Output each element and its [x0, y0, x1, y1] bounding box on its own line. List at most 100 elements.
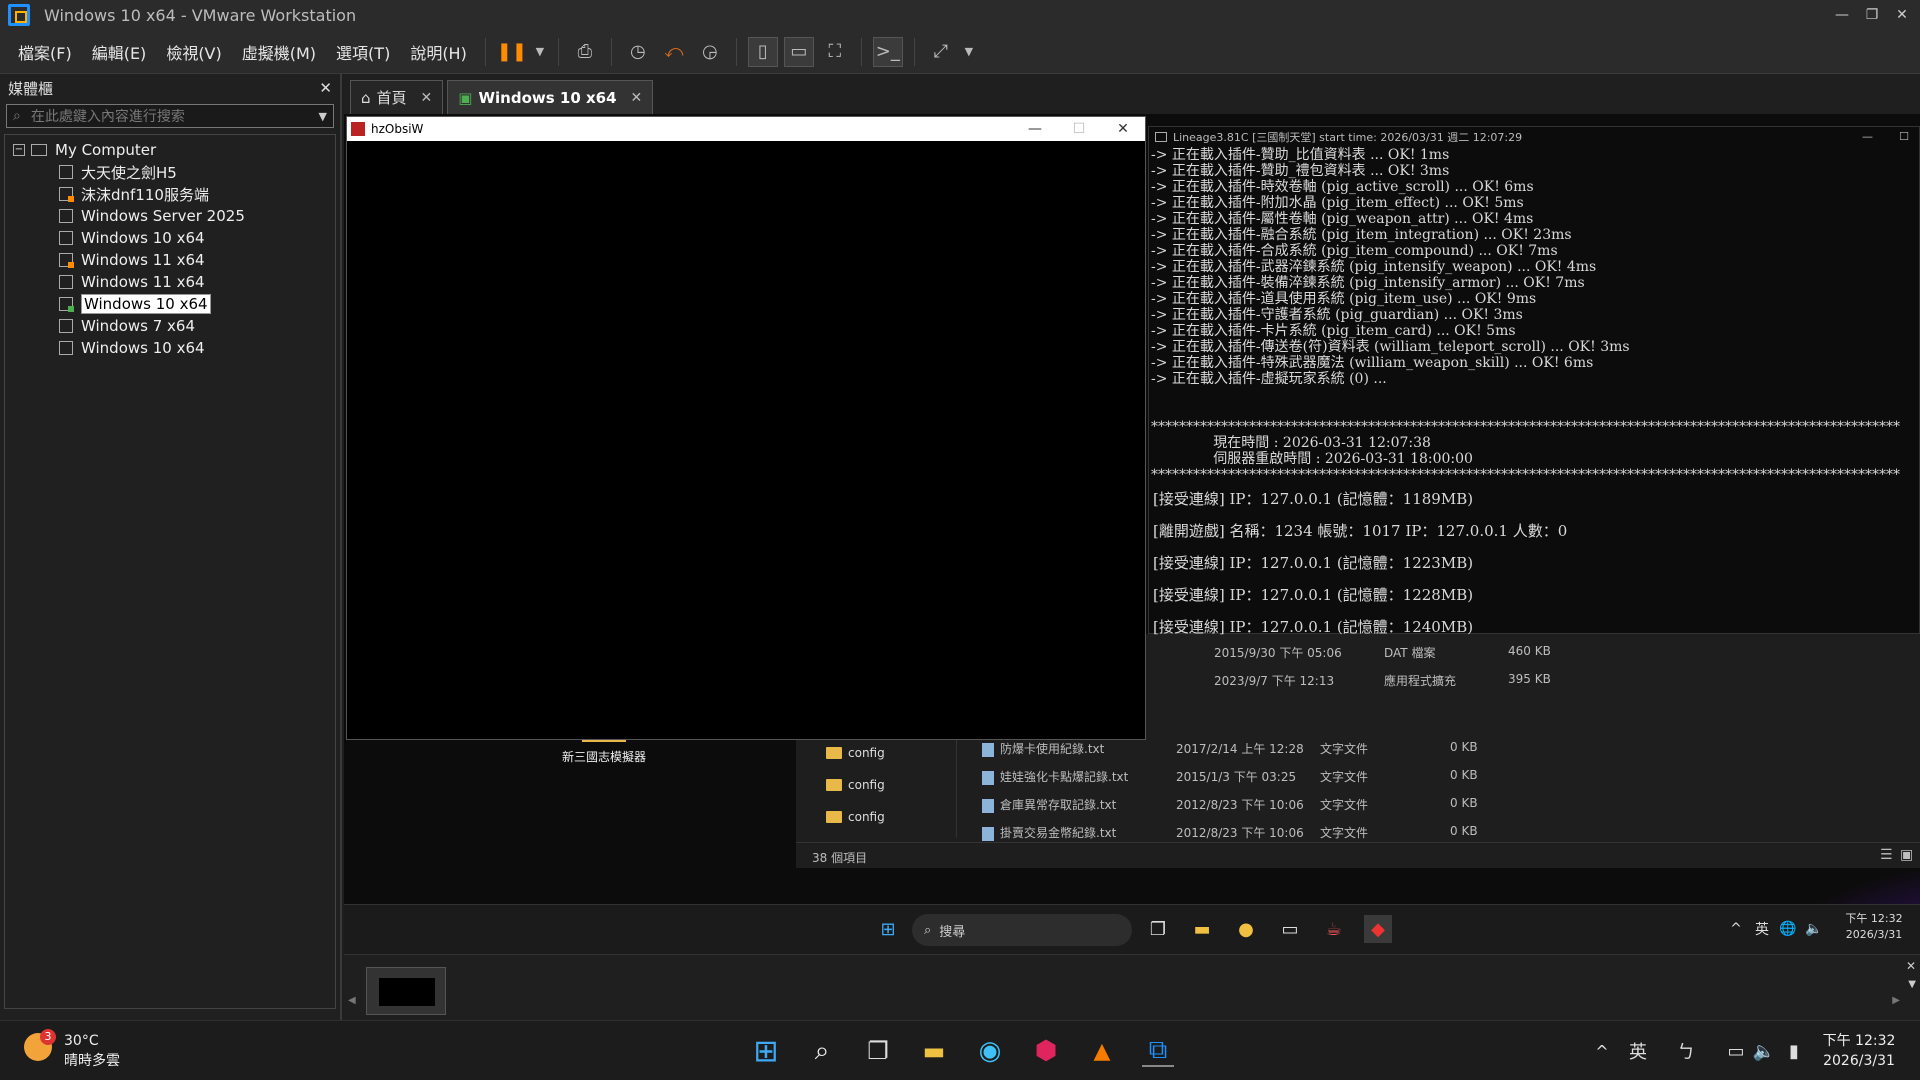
vmware-taskbar-icon[interactable]: ⧉ — [1142, 1035, 1174, 1067]
vm-label: Windows 10 x64 — [81, 339, 205, 357]
menu-vm[interactable]: 虛擬機(M) — [232, 40, 326, 64]
maximize-button[interactable]: ☐ — [1899, 130, 1909, 143]
log-line: -> 正在載入插件-贊助_比值資料表 ... OK! 1ms — [1151, 147, 1450, 163]
ime-mode-indicator[interactable]: ㄅ — [1670, 1035, 1702, 1067]
vm-item[interactable]: 大天使之劍H5 — [5, 161, 335, 183]
app-icon[interactable]: ▲ — [1086, 1035, 1118, 1067]
ime-indicator[interactable]: 英 — [1748, 915, 1776, 943]
host-clock[interactable]: 下午 12:32 2026/3/31 — [1814, 1031, 1904, 1071]
guest-clock[interactable]: 下午 12:32 2026/3/31 — [1834, 911, 1914, 943]
hexagon-app-icon[interactable]: ⬢ — [1030, 1035, 1062, 1067]
vm-label: Windows 11 x64 — [81, 273, 205, 291]
show-library-icon[interactable]: ▯ — [747, 36, 778, 67]
vm-item[interactable]: 沫沫dnf110服务端 — [5, 183, 335, 205]
nav-folder[interactable]: config — [826, 810, 885, 824]
library-search-input[interactable]: ⌕ 在此處鍵入內容進行搜索 ▼ — [6, 104, 334, 128]
file-size: 0 KB — [1450, 740, 1478, 754]
text-file-icon — [982, 770, 994, 785]
weather-widget[interactable]: 30°C 晴時多雲 — [64, 1031, 120, 1071]
battery-icon[interactable]: ▮ — [1778, 1035, 1810, 1067]
minimize-button[interactable]: — — [1013, 117, 1057, 141]
network-icon[interactable]: 🌐 — [1774, 915, 1802, 943]
search-icon[interactable]: ⌕ — [806, 1035, 838, 1067]
menu-file[interactable]: 檔案(F) — [8, 40, 82, 64]
chevron-down-icon[interactable]: ▼ — [1908, 979, 1916, 990]
vm-item[interactable]: Windows 10 x64 — [5, 227, 335, 249]
show-thumbnails-icon[interactable]: ▭ — [783, 36, 814, 67]
fullscreen-icon[interactable]: ⛶ — [820, 37, 850, 67]
vm-item[interactable]: Windows 7 x64 — [5, 315, 335, 337]
library-close-icon[interactable]: ✕ — [319, 79, 332, 97]
stretch-dropdown-icon[interactable]: ▼ — [962, 37, 976, 67]
menu-options[interactable]: 選項(T) — [326, 40, 400, 64]
vm-thumbnail[interactable] — [366, 967, 446, 1015]
nav-folder[interactable]: config — [826, 746, 885, 760]
file-explorer-icon[interactable]: ▬ — [918, 1035, 950, 1067]
close-thumbnail-bar-icon[interactable]: ✕ — [1906, 959, 1916, 973]
game-app-icon[interactable]: ◆ — [1364, 915, 1392, 943]
console-icon — [1155, 132, 1167, 142]
hzobsiw-window[interactable]: hzObsiW — ☐ ✕ — [346, 116, 1146, 740]
file-explorer-icon[interactable]: ▬ — [1188, 915, 1216, 943]
nav-folder[interactable]: config — [826, 778, 885, 792]
close-button[interactable]: ✕ — [1884, 0, 1920, 30]
edge-browser-icon[interactable]: ◉ — [974, 1035, 1006, 1067]
stretch-guest-icon[interactable]: ⤢ — [926, 37, 956, 67]
guest-search-box[interactable]: ⌕ 搜尋 — [912, 914, 1132, 946]
folder-icon — [826, 779, 842, 791]
vm-item[interactable]: Windows 11 x64 — [5, 271, 335, 293]
snapshot-manager-icon[interactable]: ◶ — [695, 37, 725, 67]
collapse-icon[interactable]: − — [13, 144, 25, 156]
vm-item[interactable]: Windows 11 x64 — [5, 249, 335, 271]
menu-view[interactable]: 檢視(V) — [156, 40, 231, 64]
terminal-icon[interactable]: ▭ — [1276, 915, 1304, 943]
chevron-down-icon[interactable]: ▼ — [319, 110, 327, 123]
tab-close-icon[interactable]: ✕ — [421, 90, 433, 106]
java-icon[interactable]: ☕ — [1320, 915, 1348, 943]
server-console[interactable]: Lineage3.81C [三國制天堂] start time: 2026/03… — [1148, 126, 1920, 636]
tree-root-my-computer[interactable]: − My Computer — [5, 139, 335, 161]
pause-dropdown-icon[interactable]: ▼ — [533, 37, 547, 67]
file-date: 2017/2/14 上午 12:28 — [1176, 742, 1304, 756]
tiles-view-icon[interactable]: ▣ — [1900, 847, 1913, 863]
folder-icon — [826, 811, 842, 823]
task-view-icon[interactable]: ❐ — [862, 1035, 894, 1067]
revert-snapshot-icon[interactable]: ⤺ — [659, 37, 689, 67]
close-button[interactable]: ✕ — [1101, 117, 1145, 141]
send-ctrl-alt-del-icon[interactable]: ⎙ — [570, 37, 600, 67]
hzobsiw-titlebar[interactable]: hzObsiW — ☐ ✕ — [347, 117, 1145, 141]
vm-display[interactable]: 新三國志模擬器 2015/9/30 下午 05:06 DAT 檔案 460 KB… — [344, 114, 1920, 954]
vm-item[interactable]: Windows Server 2025 — [5, 205, 335, 227]
toolbar-separator — [860, 37, 862, 66]
windows-start-icon[interactable]: ⊞ — [874, 915, 902, 943]
details-view-icon[interactable]: ☰ — [1880, 847, 1893, 863]
app-icon[interactable]: ● — [1232, 915, 1260, 943]
console-titlebar[interactable]: Lineage3.81C [三國制天堂] start time: 2026/03… — [1149, 127, 1919, 147]
task-view-icon[interactable]: ❐ — [1144, 915, 1172, 943]
window-titlebar: Windows 10 x64 - VMware Workstation — ❐ … — [0, 0, 1920, 30]
tab-vm[interactable]: ▣ Windows 10 x64 ✕ — [447, 80, 654, 114]
tab-close-icon[interactable]: ✕ — [631, 90, 643, 106]
minimize-button[interactable]: — — [1862, 130, 1873, 143]
chevron-up-icon[interactable]: ^ — [1722, 915, 1750, 943]
menu-help[interactable]: 說明(H) — [400, 40, 477, 64]
scroll-left-icon[interactable]: ◀ — [348, 995, 356, 1006]
volume-icon[interactable]: 🔈 — [1800, 915, 1828, 943]
windows-start-icon[interactable]: ⊞ — [750, 1034, 782, 1069]
snapshot-icon[interactable]: ◷ — [623, 37, 653, 67]
host-taskbar: 3 30°C 晴時多雲 ⊞ ⌕ ❐ ▬ ◉ ⬢ ▲ ⧉ ^ 英 ㄅ ▭ 🔈 ▮ … — [0, 1020, 1920, 1080]
chevron-up-icon[interactable]: ^ — [1586, 1035, 1618, 1067]
menu-edit[interactable]: 編輯(E) — [82, 40, 157, 64]
scroll-right-icon[interactable]: ▶ — [1892, 995, 1900, 1006]
maximize-button[interactable]: ☐ — [1057, 117, 1101, 141]
console-view-icon[interactable]: >_ — [872, 36, 903, 67]
vm-icon — [59, 165, 73, 179]
ime-indicator[interactable]: 英 — [1622, 1035, 1654, 1067]
tab-home[interactable]: ⌂ 首頁 ✕ — [350, 80, 444, 114]
volume-icon[interactable]: 🔈 — [1748, 1035, 1780, 1067]
pause-icon[interactable]: ❚❚ — [497, 37, 527, 67]
vm-item[interactable]: Windows 10 x64 — [5, 337, 335, 359]
tab-label: Windows 10 x64 — [478, 88, 617, 107]
vm-item-selected[interactable]: Windows 10 x64 — [5, 293, 335, 315]
nav-divider — [956, 734, 957, 838]
